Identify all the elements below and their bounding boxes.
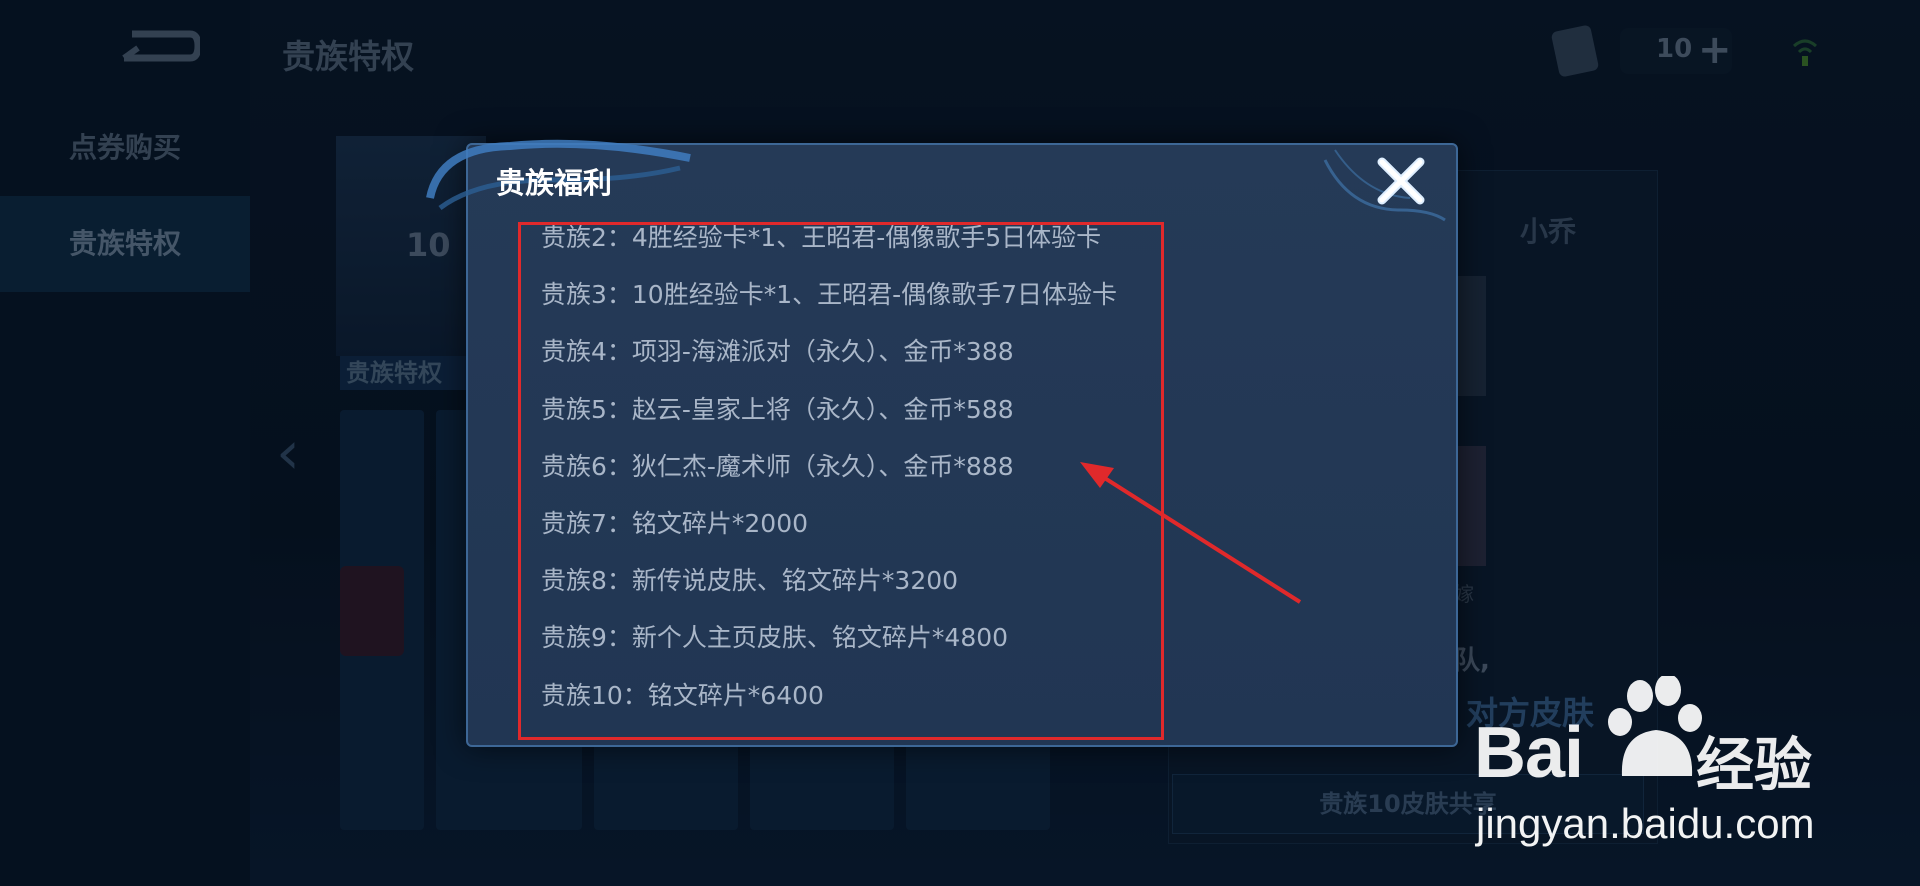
watermark-url: jingyan.baidu.com	[1476, 800, 1815, 847]
list-item: 贵族2：4胜经验卡*1、王昭君-偶像歌手5日体验卡	[541, 223, 1102, 252]
list-item: 贵族9：新个人主页皮肤、铭文碎片*4800	[541, 623, 1009, 653]
watermark-subtitle: 经验	[1696, 731, 1813, 799]
list-item: 贵族3：10胜经验卡*1、王昭君-偶像歌手7日体验卡	[541, 280, 1118, 310]
annotation-arrow-icon	[1080, 462, 1302, 604]
list-item: 贵族6：狄仁杰-魔术师（永久）、金币*888	[541, 451, 1014, 481]
watermark-brand: Bai	[1474, 713, 1584, 793]
list-item: 贵族7：铭文碎片*2000	[541, 508, 809, 538]
modal-title: 贵族福利	[496, 166, 613, 200]
list-item: 贵族4：项羽-海滩派对（永久）、金币*388	[541, 337, 1014, 367]
list-item: 贵族5：赵云-皇家上将（永久）、金币*588	[541, 394, 1014, 424]
benefits-list[interactable]: 贵族2：4胜经验卡*1、王昭君-偶像歌手5日体验卡 贵族3：10胜经验卡*1、王…	[518, 222, 1164, 740]
list-item: 贵族10：铭文碎片*6400	[541, 680, 824, 710]
list-item: 贵族8：新传说皮肤、铭文碎片*3200	[541, 566, 959, 596]
close-icon[interactable]	[1372, 152, 1430, 210]
